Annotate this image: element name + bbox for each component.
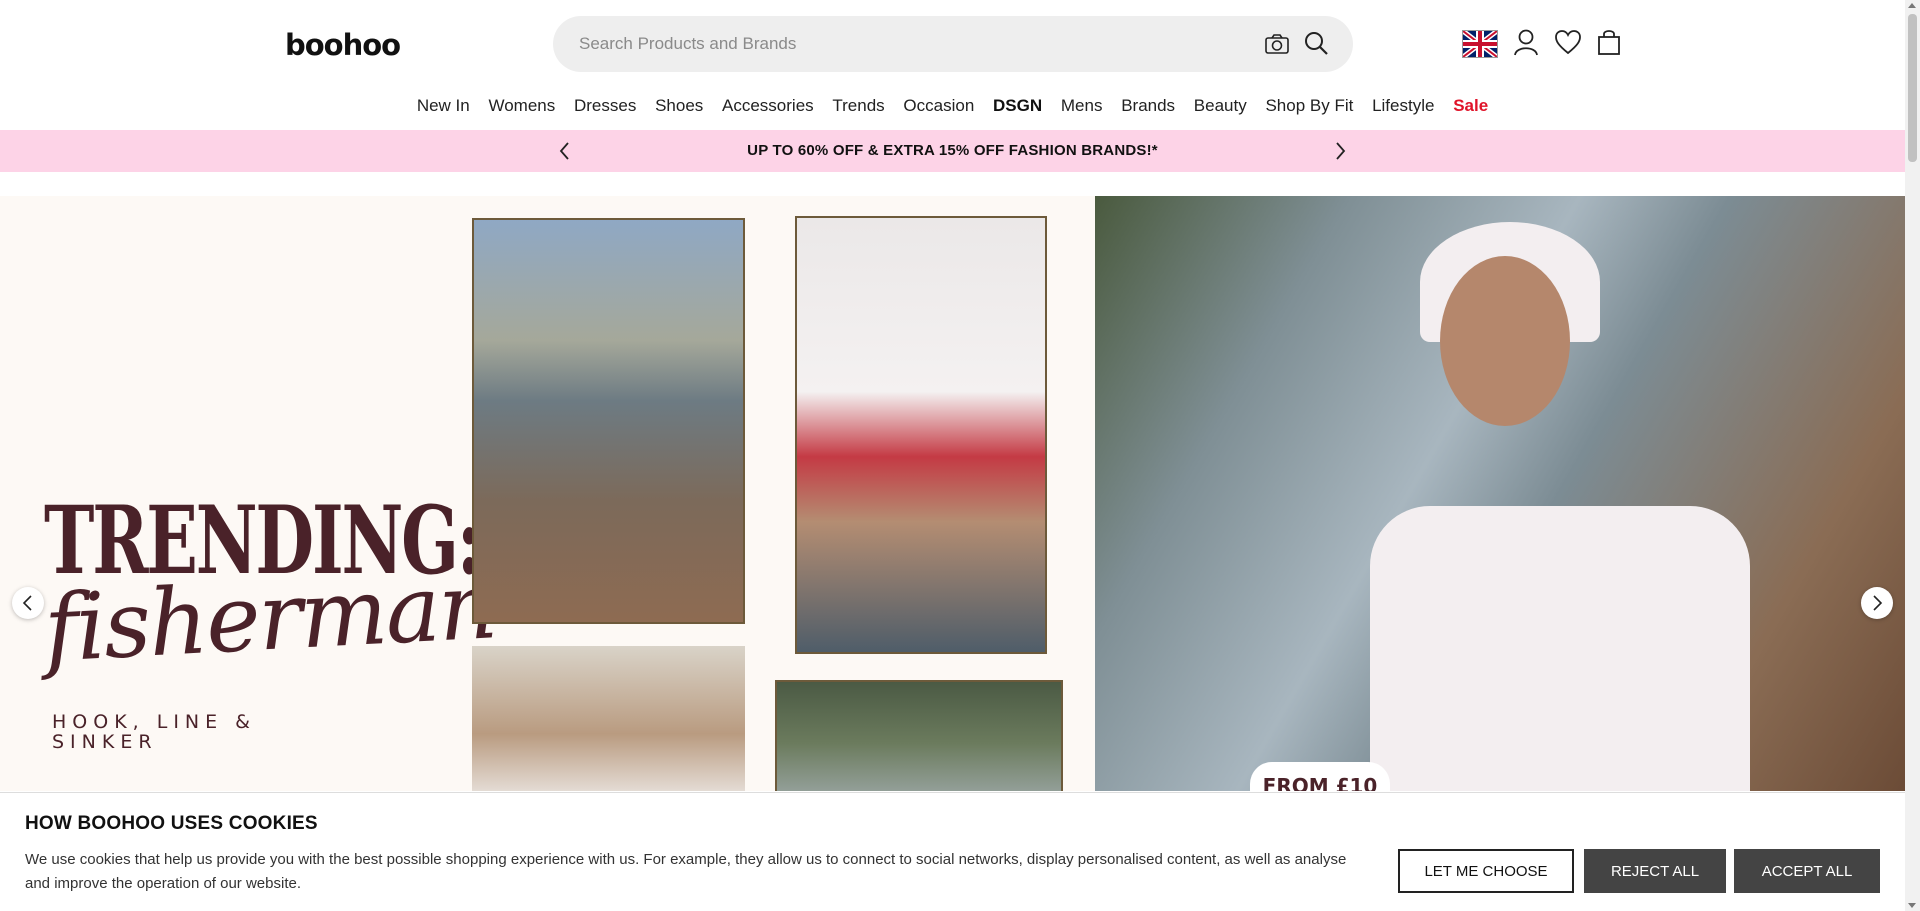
chevron-right-icon	[1873, 595, 1883, 611]
account-icon[interactable]	[1512, 27, 1540, 62]
price-badge: FROM £10	[1250, 762, 1390, 791]
nav-trends[interactable]: Trends	[832, 96, 884, 116]
carousel-next-button[interactable]	[1861, 587, 1893, 619]
wishlist-heart-icon[interactable]	[1554, 29, 1582, 60]
hero-model-tshirt	[1370, 506, 1750, 791]
nav-womens[interactable]: Womens	[488, 96, 555, 116]
nav-lifestyle[interactable]: Lifestyle	[1372, 96, 1434, 116]
hero-photo-model-standing	[472, 218, 745, 624]
boohoo-logo[interactable]: boohoo	[285, 28, 401, 62]
scroll-up-arrow-icon[interactable]	[1908, 3, 1916, 8]
hero-script-title: fisherman	[41, 552, 499, 683]
let-me-choose-button[interactable]: LET ME CHOOSE	[1398, 849, 1574, 893]
cookie-title: HOW BOOHOO USES COOKIES	[25, 813, 318, 834]
hero-photo-model-portrait	[472, 646, 745, 791]
promo-next-chevron-icon[interactable]	[1328, 139, 1352, 163]
search-icon[interactable]	[1302, 29, 1330, 57]
cookie-banner: HOW BOOHOO USES COOKIES We use cookies t…	[0, 792, 1905, 911]
hero-carousel[interactable]: TRENDING: fisherman HOOK, LINE & SINKER …	[0, 196, 1905, 791]
chevron-left-icon	[22, 595, 32, 611]
hero-subtitle: HOOK, LINE & SINKER	[52, 711, 256, 753]
scroll-down-arrow-icon[interactable]	[1908, 903, 1916, 908]
scrollbar-thumb[interactable]	[1908, 14, 1917, 162]
hero-photo-model-river	[775, 680, 1063, 791]
site-header: boohoo New In Womens Dresses Shoes Acces…	[0, 0, 1905, 130]
header-icons	[1461, 26, 1636, 62]
nav-dsgn[interactable]: DSGN	[993, 96, 1042, 116]
nav-dresses[interactable]: Dresses	[574, 96, 636, 116]
search-input[interactable]	[579, 16, 1259, 72]
search-bar	[553, 16, 1353, 72]
uk-flag-icon[interactable]	[1461, 29, 1499, 59]
nav-brands[interactable]: Brands	[1121, 96, 1175, 116]
nav-new-in[interactable]: New In	[417, 96, 470, 116]
bag-icon[interactable]	[1596, 28, 1622, 61]
reject-all-button[interactable]: REJECT ALL	[1584, 849, 1726, 893]
promo-text[interactable]: UP TO 60% OFF & EXTRA 15% OFF FASHION BR…	[0, 142, 1905, 159]
promo-banner: UP TO 60% OFF & EXTRA 15% OFF FASHION BR…	[0, 130, 1905, 172]
page-scrollbar[interactable]	[1905, 0, 1920, 911]
nav-accessories[interactable]: Accessories	[722, 96, 814, 116]
nav-occasion[interactable]: Occasion	[903, 96, 974, 116]
cookie-body: We use cookies that help us provide you …	[25, 851, 1347, 892]
nav-shoes[interactable]: Shoes	[655, 96, 703, 116]
nav-mens[interactable]: Mens	[1061, 96, 1103, 116]
camera-icon[interactable]	[1263, 31, 1291, 57]
carousel-prev-button[interactable]	[12, 587, 44, 619]
main-nav: New In Womens Dresses Shoes Accessories …	[0, 96, 1905, 116]
hero-model-face	[1440, 256, 1570, 426]
nav-shop-by-fit[interactable]: Shop By Fit	[1265, 96, 1353, 116]
nav-sale[interactable]: Sale	[1453, 96, 1488, 116]
nav-beauty[interactable]: Beauty	[1194, 96, 1247, 116]
accept-all-button[interactable]: ACCEPT ALL	[1734, 849, 1880, 893]
hero-photo-model-closeup	[795, 216, 1047, 654]
